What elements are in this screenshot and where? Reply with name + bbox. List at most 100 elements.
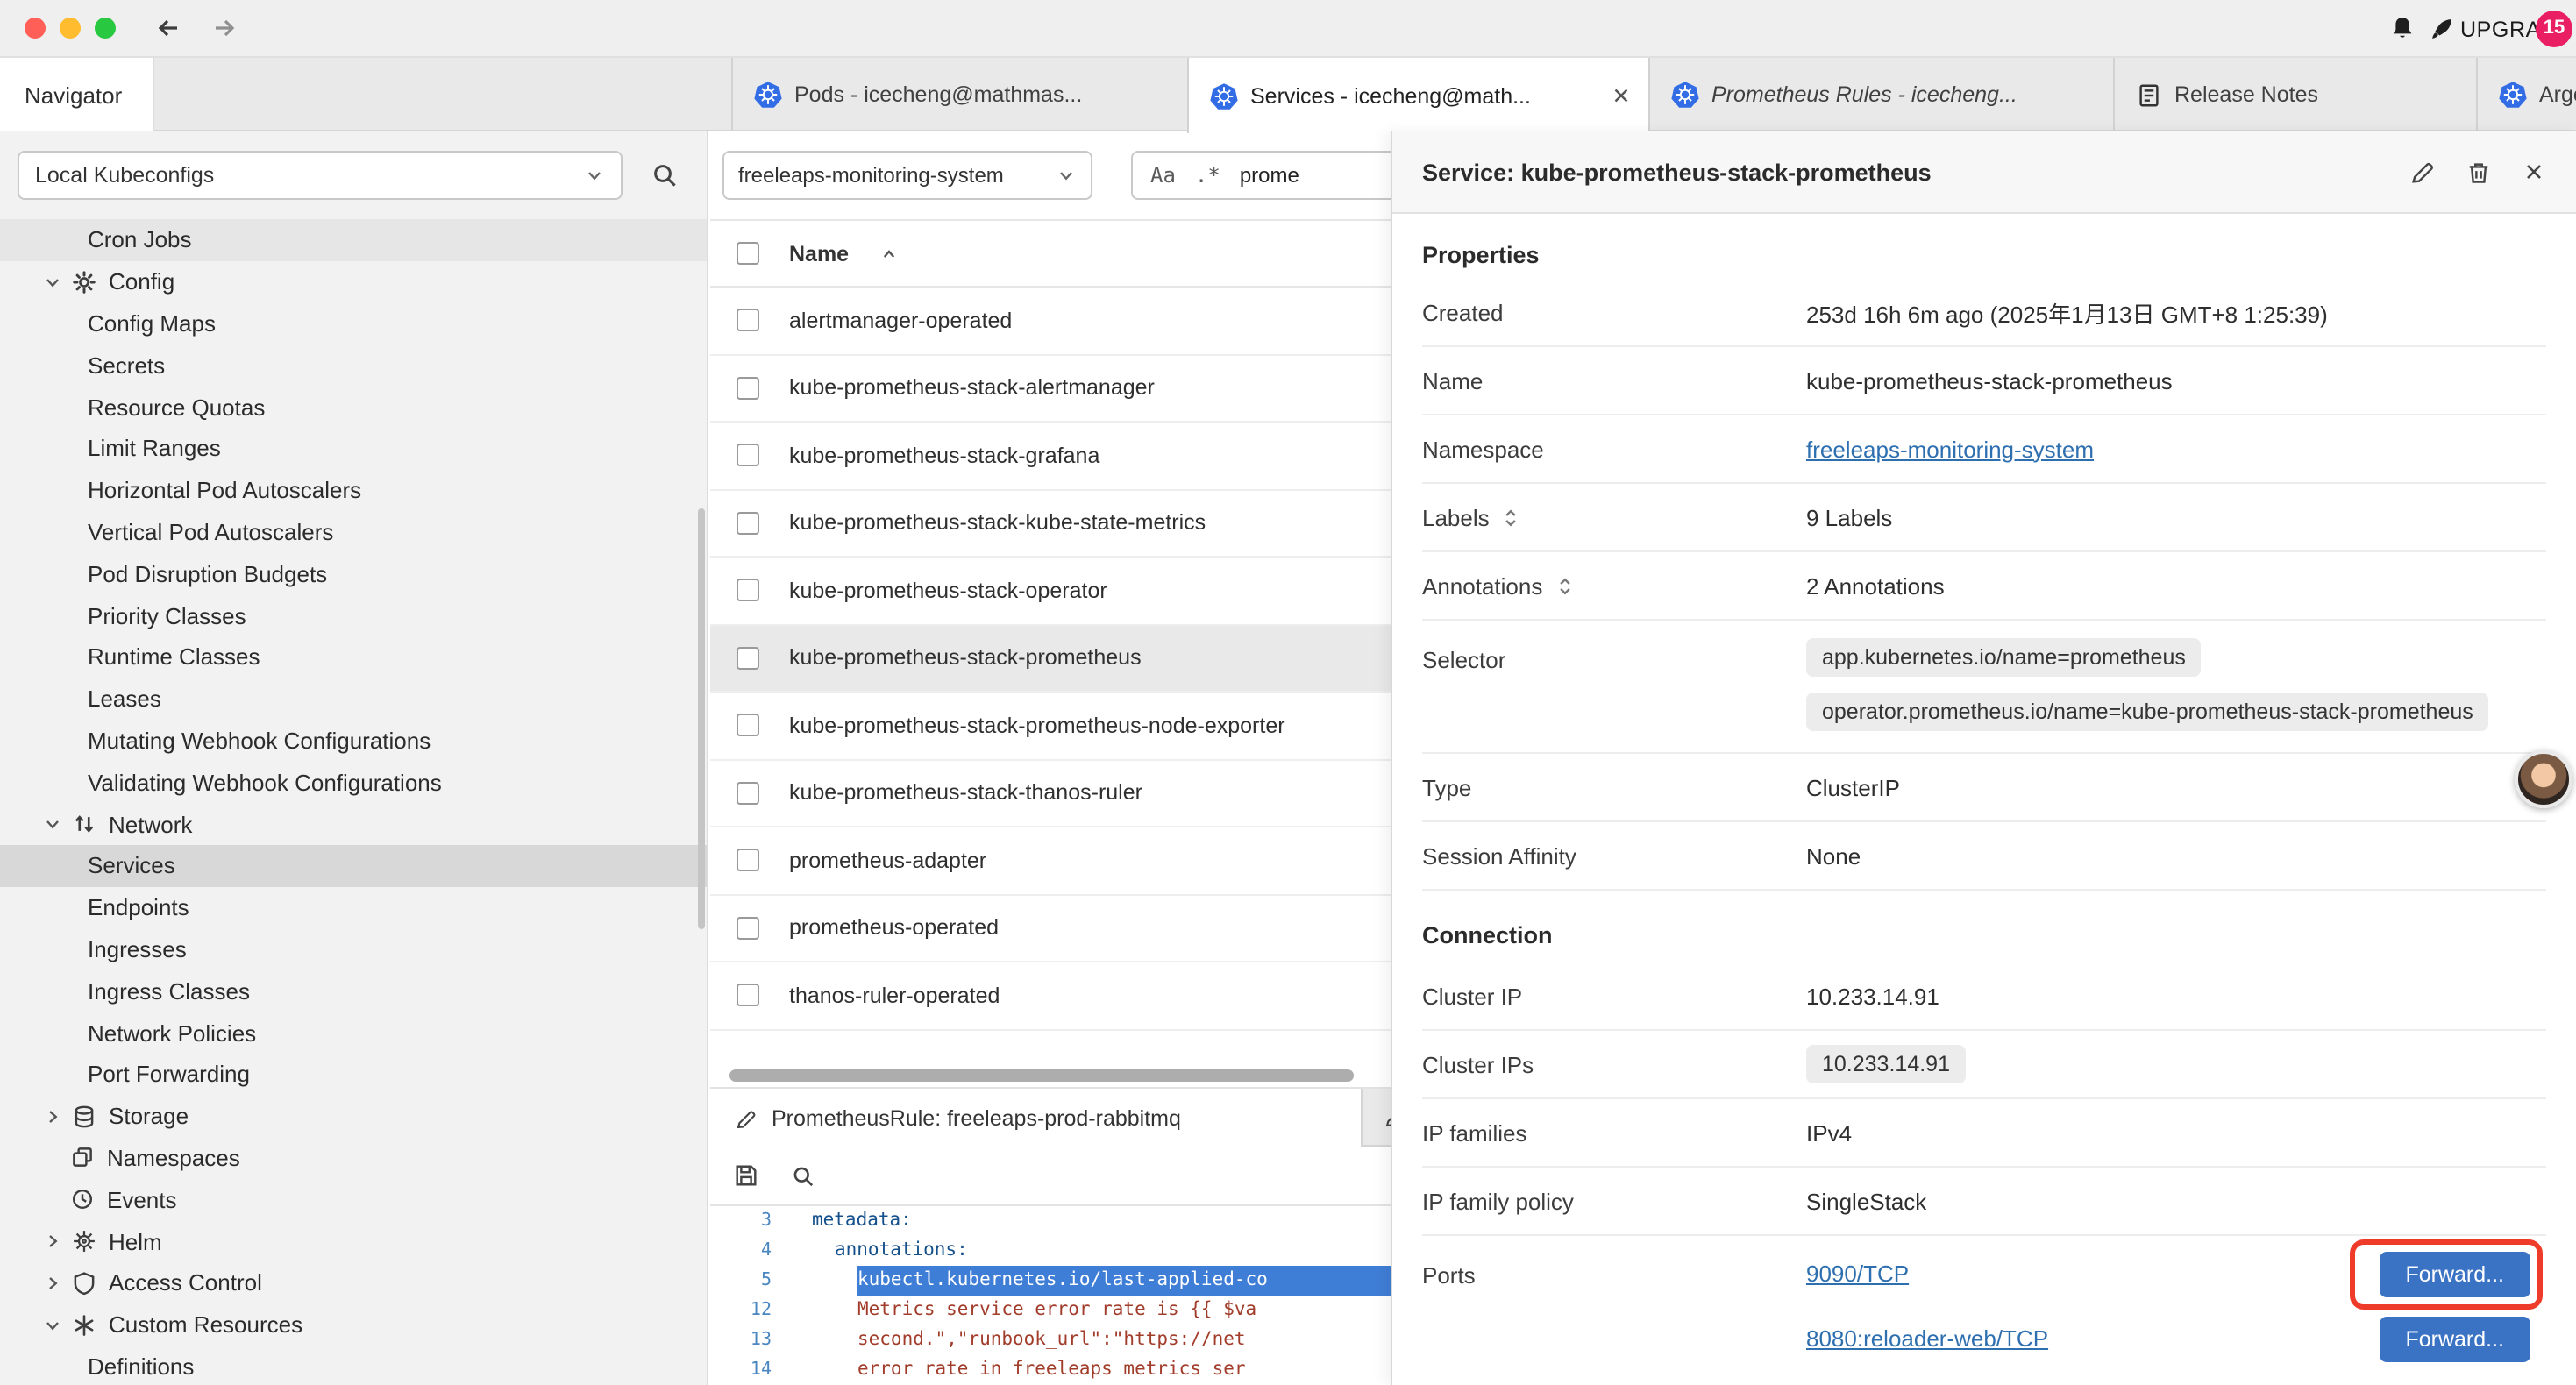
row-checkbox[interactable] — [737, 984, 759, 1007]
edit-pencil-icon[interactable] — [2409, 159, 2436, 185]
dock-tab-prometheusrule[interactable]: PrometheusRule: freeleaps-prod-rabbitmq — [710, 1089, 1363, 1148]
sidebar-item-leases[interactable]: Leases — [0, 678, 707, 721]
row-checkbox[interactable] — [737, 782, 759, 805]
sidebar-group-helm[interactable]: Helm — [0, 1220, 707, 1262]
trash-icon[interactable] — [2466, 159, 2492, 185]
namespace-filter-dropdown[interactable]: freeleaps-monitoring-system — [722, 151, 1092, 200]
tab-pods[interactable]: Pods - icecheng@mathmas... — [731, 58, 1187, 131]
back-arrow-icon[interactable] — [154, 14, 182, 42]
sidebar-item-label: Network Policies — [88, 1019, 256, 1046]
row-checkbox[interactable] — [737, 647, 759, 670]
chevron-right-icon — [42, 1105, 63, 1126]
row-checkbox[interactable] — [737, 512, 759, 535]
close-icon[interactable] — [2522, 160, 2546, 184]
sidebar-item-mutating-webhook-configurations[interactable]: Mutating Webhook Configurations — [0, 720, 707, 762]
save-icon[interactable] — [733, 1162, 759, 1189]
sidebar-group-access-control[interactable]: Access Control — [0, 1262, 707, 1304]
service-name: prometheus-adapter — [789, 849, 986, 873]
sort-ascending-icon[interactable] — [879, 243, 900, 264]
sidebar-item-config-maps[interactable]: Config Maps — [0, 302, 707, 344]
service-name: kube-prometheus-stack-alertmanager — [789, 376, 1155, 401]
sidebar-group-config[interactable]: Config — [0, 261, 707, 303]
forward-button-9090[interactable]: Forward... — [2379, 1251, 2530, 1296]
tab-release-notes[interactable]: Release Notes — [2113, 58, 2476, 131]
sidebar-item-label: Helm — [109, 1228, 162, 1254]
row-checkbox[interactable] — [737, 849, 759, 872]
cluster-ips-row: Cluster IPs 10.233.14.91 — [1422, 1031, 2546, 1099]
tab-label: Pods - icecheng@mathmas... — [794, 82, 1082, 107]
line-number: 4 — [710, 1236, 791, 1266]
sidebar-group-storage[interactable]: Storage — [0, 1095, 707, 1137]
sidebar-group-network[interactable]: Network — [0, 803, 707, 845]
navigator-panel-tab[interactable]: Navigator — [0, 58, 154, 131]
sidebar-item-runtime-classes[interactable]: Runtime Classes — [0, 636, 707, 678]
window-minimize-button[interactable] — [60, 18, 81, 39]
sidebar-item-label: Leases — [88, 685, 161, 712]
forward-button-8080[interactable]: Forward... — [2379, 1316, 2530, 1361]
select-all-checkbox[interactable] — [737, 242, 759, 265]
sidebar-item-priority-classes[interactable]: Priority Classes — [0, 594, 707, 636]
selector-badge: operator.prometheus.io/name=kube-prometh… — [1806, 692, 2489, 731]
created-value: 253d 16h 6m ago (2025年1月13日 GMT+8 1:25:3… — [1806, 295, 2328, 329]
sidebar-item-services[interactable]: Services — [0, 845, 707, 887]
notifications-bell-icon[interactable] — [2388, 14, 2416, 42]
match-case-toggle[interactable]: Aa — [1150, 163, 1176, 188]
namespace-link[interactable]: freeleaps-monitoring-system — [1806, 436, 2094, 462]
tab-argo[interactable]: Argo Se — [2476, 58, 2576, 131]
row-checkbox[interactable] — [737, 714, 759, 737]
annotations-row: Annotations 2 Annotations — [1422, 552, 2546, 621]
sidebar-item-network-policies[interactable]: Network Policies — [0, 1012, 707, 1054]
sidebar-item-namespaces[interactable]: Namespaces — [0, 1137, 707, 1179]
sidebar-item-cron-jobs[interactable]: Cron Jobs — [0, 219, 707, 261]
sidebar-item-secrets[interactable]: Secrets — [0, 344, 707, 387]
sidebar-item-endpoints[interactable]: Endpoints — [0, 887, 707, 929]
cluster-ips-label: Cluster IPs — [1422, 1051, 1806, 1077]
kubeconfig-selector[interactable]: Local Kubeconfigs — [18, 151, 623, 200]
editor-search-icon[interactable] — [791, 1163, 815, 1188]
sidebar-item-ingresses[interactable]: Ingresses — [0, 928, 707, 970]
sidebar-item-horizontal-pod-autoscalers[interactable]: Horizontal Pod Autoscalers — [0, 470, 707, 512]
horizontal-scrollbar[interactable] — [729, 1069, 1354, 1082]
service-name: kube-prometheus-stack-grafana — [789, 444, 1099, 468]
window-close-button[interactable] — [25, 18, 46, 39]
row-checkbox[interactable] — [737, 377, 759, 400]
sidebar-item-resource-quotas[interactable]: Resource Quotas — [0, 386, 707, 428]
row-checkbox[interactable] — [737, 579, 759, 602]
sidebar-item-vertical-pod-autoscalers[interactable]: Vertical Pod Autoscalers — [0, 511, 707, 553]
sidebar-item-ingress-classes[interactable]: Ingress Classes — [0, 970, 707, 1012]
expand-toggle-icon[interactable] — [1500, 506, 1523, 529]
sidebar-item-limit-ranges[interactable]: Limit Ranges — [0, 428, 707, 470]
sidebar-item-definitions[interactable]: Definitions — [0, 1346, 707, 1385]
window-zoom-button[interactable] — [95, 18, 116, 39]
avatar[interactable] — [2515, 750, 2572, 808]
port-entry: 8080:reloader-web/TCP Forward... — [1806, 1306, 2546, 1371]
tab-prometheus-rules[interactable]: Prometheus Rules - icecheng... — [1648, 58, 2113, 131]
chevron-down-icon — [42, 271, 63, 292]
service-name: alertmanager-operated — [789, 309, 1012, 333]
forward-arrow-icon[interactable] — [210, 14, 238, 42]
regex-toggle[interactable]: .* — [1195, 163, 1220, 188]
port-link-9090[interactable]: 9090/TCP — [1806, 1261, 1909, 1287]
expand-toggle-icon[interactable] — [1553, 574, 1576, 597]
cluster-ip-label: Cluster IP — [1422, 983, 1806, 1009]
upgrade-rocket-icon — [2429, 16, 2455, 42]
ports-row: Ports 9090/TCP Forward... 8080:reloader-… — [1422, 1236, 2546, 1371]
sidebar-item-port-forwarding[interactable]: Port Forwarding — [0, 1054, 707, 1096]
sidebar-item-pod-disruption-budgets[interactable]: Pod Disruption Budgets — [0, 553, 707, 595]
row-checkbox[interactable] — [737, 444, 759, 467]
row-checkbox[interactable] — [737, 309, 759, 332]
sidebar-item-events[interactable]: Events — [0, 1179, 707, 1221]
sidebar-scrollbar[interactable] — [698, 508, 705, 929]
port-link-8080[interactable]: 8080:reloader-web/TCP — [1806, 1325, 2048, 1352]
type-row: Type ClusterIP — [1422, 754, 2546, 822]
sidebar-item-validating-webhook-configurations[interactable]: Validating Webhook Configurations — [0, 762, 707, 804]
notification-count-badge[interactable]: 15 — [2536, 10, 2572, 46]
tab-services[interactable]: Services - icecheng@math... — [1187, 58, 1648, 133]
sidebar-group-custom-resources[interactable]: Custom Resources — [0, 1303, 707, 1346]
ip-family-policy-value: SingleStack — [1806, 1188, 1926, 1214]
name-column-header[interactable]: Name — [789, 241, 849, 266]
close-tab-icon[interactable] — [1610, 84, 1633, 107]
sidebar-item-label: Namespaces — [107, 1145, 240, 1171]
row-checkbox[interactable] — [737, 917, 759, 940]
sidebar-search-icon[interactable] — [651, 161, 679, 189]
